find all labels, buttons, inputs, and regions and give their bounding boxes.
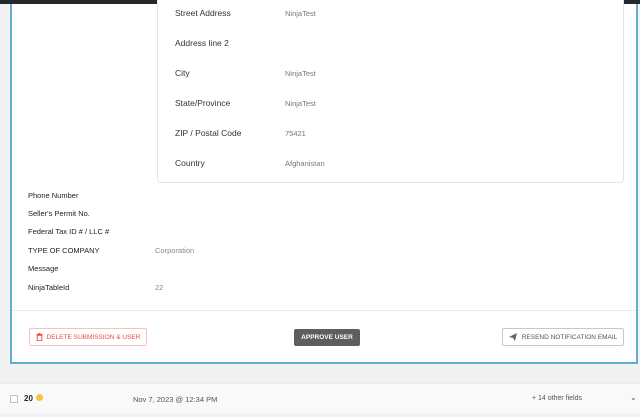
- submission-detail-panel: Street Address NinjaTest Address line 2 …: [10, 0, 638, 364]
- entry-row[interactable]: 20 Nov 7, 2023 @ 12:34 PM + 14 other fie…: [0, 383, 640, 413]
- field-row-phone: Phone Number: [28, 187, 155, 203]
- approve-user-label: APPROVE USER: [301, 334, 353, 341]
- delete-submission-button[interactable]: DELETE SUBMISSION & USER: [29, 328, 147, 346]
- entry-id: 20: [24, 394, 33, 403]
- address-label: Address line 2: [175, 38, 229, 48]
- address-row-city: City NinjaTest: [175, 63, 316, 83]
- address-label: State/Province: [175, 98, 231, 108]
- trash-icon: [36, 333, 43, 341]
- row-checkbox[interactable]: [10, 395, 18, 403]
- address-row-street: Street Address NinjaTest: [175, 3, 316, 23]
- address-label: City: [175, 68, 190, 78]
- actions-divider: [12, 310, 636, 311]
- address-value: NinjaTest: [285, 8, 316, 18]
- field-label: NinjaTableId: [28, 282, 70, 292]
- field-value: 22: [155, 282, 164, 292]
- address-row-state: State/Province NinjaTest: [175, 93, 316, 113]
- address-label: ZIP / Postal Code: [175, 128, 242, 138]
- delete-submission-label: DELETE SUBMISSION & USER: [46, 333, 141, 341]
- address-row-zip: ZIP / Postal Code 75421: [175, 123, 306, 143]
- field-row-message: Message: [28, 260, 155, 276]
- field-label: Federal Tax ID # / LLC #: [28, 226, 110, 236]
- address-value: NinjaTest: [285, 68, 316, 78]
- address-row-line2: Address line 2: [175, 33, 285, 53]
- chevron-down-icon[interactable]: ⌄: [630, 393, 637, 402]
- send-icon: [508, 333, 517, 341]
- field-row-tax-id: Federal Tax ID # / LLC #: [28, 223, 155, 239]
- field-row-ninjatable-id: NinjaTableId 22: [28, 279, 163, 295]
- field-label: TYPE OF COMPANY: [28, 245, 100, 255]
- field-label: Phone Number: [28, 190, 79, 200]
- field-label: Seller's Permit No.: [28, 208, 90, 218]
- address-row-country: Country Afghanistan: [175, 153, 325, 173]
- field-row-sellers-permit: Seller's Permit No.: [28, 205, 155, 221]
- resend-notification-label: RESEND NOTIFICATION EMAIL: [521, 333, 618, 341]
- field-label: Message: [28, 263, 59, 273]
- address-value: Afghanistan: [285, 158, 325, 168]
- field-value: Corporation: [155, 245, 195, 255]
- address-label: Country: [175, 158, 205, 168]
- other-fields-count: + 14 other fields: [532, 395, 583, 402]
- approve-user-button[interactable]: APPROVE USER: [294, 329, 360, 346]
- resend-notification-button[interactable]: RESEND NOTIFICATION EMAIL: [502, 328, 624, 346]
- address-value: NinjaTest: [285, 98, 316, 108]
- star-icon[interactable]: [36, 394, 43, 401]
- field-row-company-type: TYPE OF COMPANY Corporation: [28, 242, 194, 258]
- entry-date: Nov 7, 2023 @ 12:34 PM: [133, 395, 218, 404]
- address-label: Street Address: [175, 8, 231, 18]
- address-card: Street Address NinjaTest Address line 2 …: [157, 0, 624, 183]
- address-value: 75421: [285, 128, 306, 138]
